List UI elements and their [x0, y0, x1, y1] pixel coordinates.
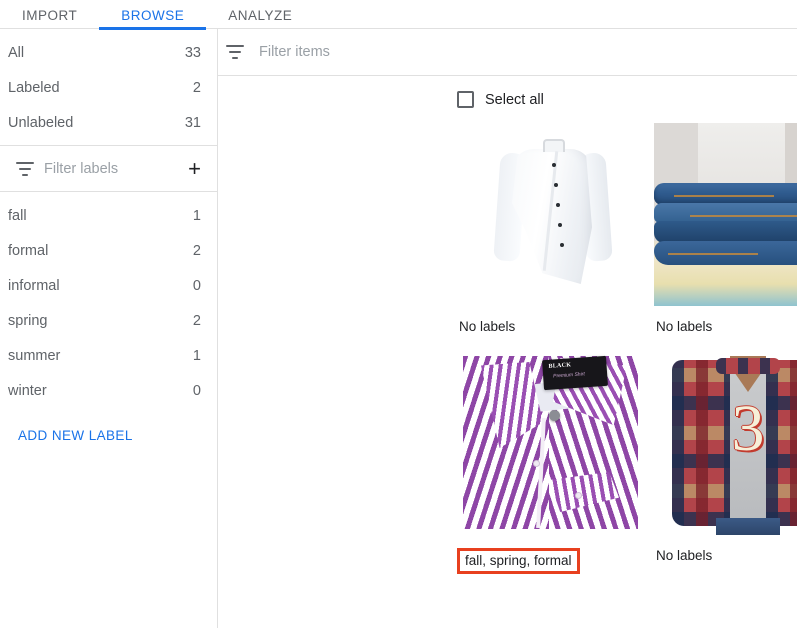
filter-items-input[interactable] [244, 43, 781, 61]
decor [674, 195, 774, 197]
label-count: 0 [193, 278, 201, 294]
decor [558, 223, 562, 227]
label-name: summer [6, 348, 60, 364]
item-thumbnail-stacked-blue-jeans[interactable] [654, 123, 797, 306]
decor [549, 410, 560, 421]
decor [654, 203, 797, 223]
tab-import-label: IMPORT [22, 8, 77, 23]
label-row-formal[interactable]: formal 2 [0, 233, 217, 268]
label-name: winter [6, 383, 47, 399]
content-area: All 33 Labeled 2 Unlabeled 31 Filter lab… [0, 29, 797, 628]
label-name: formal [6, 243, 48, 259]
sidebar: All 33 Labeled 2 Unlabeled 31 Filter lab… [0, 29, 218, 628]
label-name: informal [6, 278, 60, 294]
decor [575, 492, 582, 499]
sidebar-item-all-label: All [6, 45, 24, 61]
label-row-fall[interactable]: fall 1 [0, 198, 217, 233]
decor [556, 203, 560, 207]
decor [716, 518, 780, 535]
label-row-winter[interactable]: winter 0 [0, 373, 217, 408]
label-name: spring [6, 313, 48, 329]
label-count: 1 [193, 348, 201, 364]
tab-analyze[interactable]: ANALYZE [206, 0, 314, 29]
sidebar-item-labeled-label: Labeled [6, 80, 60, 96]
select-all-row: Select all [218, 76, 797, 123]
item-thumbnail-plaid-shirt-gray-tee[interactable]: 3 [654, 352, 797, 535]
item-caption-highlighted: fall, spring, formal [457, 535, 644, 577]
items-grid: No labels N [218, 123, 797, 628]
label-count: 2 [193, 243, 201, 259]
filter-list-icon [16, 162, 34, 176]
item-caption-text: No labels [459, 319, 515, 334]
item-caption-text: No labels [656, 548, 712, 563]
decor [766, 360, 797, 526]
tab-analyze-label: ANALYZE [228, 8, 292, 23]
select-all-checkbox[interactable] [457, 91, 474, 108]
item-card[interactable]: 3 No labels [654, 352, 797, 577]
sidebar-item-labeled-count: 2 [193, 80, 201, 96]
label-name: fall [6, 208, 27, 224]
filter-labels-input[interactable]: Filter labels [34, 161, 186, 177]
item-card[interactable]: No labels [654, 123, 797, 348]
dataset-counts-list: All 33 Labeled 2 Unlabeled 31 [0, 29, 217, 140]
label-count: 1 [193, 208, 201, 224]
decor [543, 139, 565, 152]
select-all-label: Select all [474, 92, 544, 108]
label-count: 2 [193, 313, 201, 329]
filter-list-icon [226, 45, 244, 59]
main-panel: Select all No labels [218, 29, 797, 628]
label-list: fall 1 formal 2 informal 0 spring 2 summ… [0, 192, 217, 408]
label-count: 0 [193, 383, 201, 399]
tab-bar: IMPORT BROWSE ANALYZE [0, 0, 797, 29]
decor [654, 183, 797, 205]
item-thumbnail-purple-striped-shirt[interactable]: BLACKPremium Shirt [457, 352, 644, 535]
decor [512, 149, 592, 284]
tab-import[interactable]: IMPORT [0, 0, 99, 29]
sidebar-item-labeled[interactable]: Labeled 2 [0, 70, 217, 105]
item-caption: No labels [654, 306, 797, 348]
sidebar-item-all-count: 33 [185, 45, 201, 61]
decor [533, 460, 540, 467]
item-caption: No labels [457, 306, 644, 348]
label-row-spring[interactable]: spring 2 [0, 303, 217, 338]
plus-icon[interactable]: + [186, 160, 203, 178]
item-caption-text: fall, spring, formal [457, 548, 580, 574]
sidebar-item-all[interactable]: All 33 [0, 35, 217, 70]
decor [552, 163, 556, 167]
decor [672, 360, 730, 526]
decor: BLACKPremium Shirt [542, 356, 608, 390]
item-caption-text: No labels [656, 319, 712, 334]
labels-filter-bar: Filter labels + [0, 145, 217, 192]
decor [668, 253, 758, 255]
decor [560, 243, 564, 247]
decor [690, 215, 797, 217]
sidebar-item-unlabeled-label: Unlabeled [6, 115, 73, 131]
item-card[interactable]: No labels [457, 123, 644, 348]
sidebar-item-unlabeled[interactable]: Unlabeled 31 [0, 105, 217, 140]
item-card[interactable]: BLACKPremium Shirt fall, spring, formal [457, 352, 644, 577]
add-new-label-button[interactable]: ADD NEW LABEL [0, 408, 133, 443]
decor [654, 221, 797, 243]
tab-browse-label: BROWSE [121, 8, 184, 23]
item-thumbnail-white-dress-shirt[interactable] [457, 123, 644, 306]
decor: 3 [726, 398, 770, 460]
tab-browse[interactable]: BROWSE [99, 0, 206, 29]
item-caption: No labels [654, 535, 797, 577]
sidebar-item-unlabeled-count: 31 [185, 115, 201, 131]
decor [716, 358, 780, 374]
items-filter-bar [218, 29, 797, 76]
label-row-summer[interactable]: summer 1 [0, 338, 217, 373]
label-row-informal[interactable]: informal 0 [0, 268, 217, 303]
decor [554, 183, 558, 187]
